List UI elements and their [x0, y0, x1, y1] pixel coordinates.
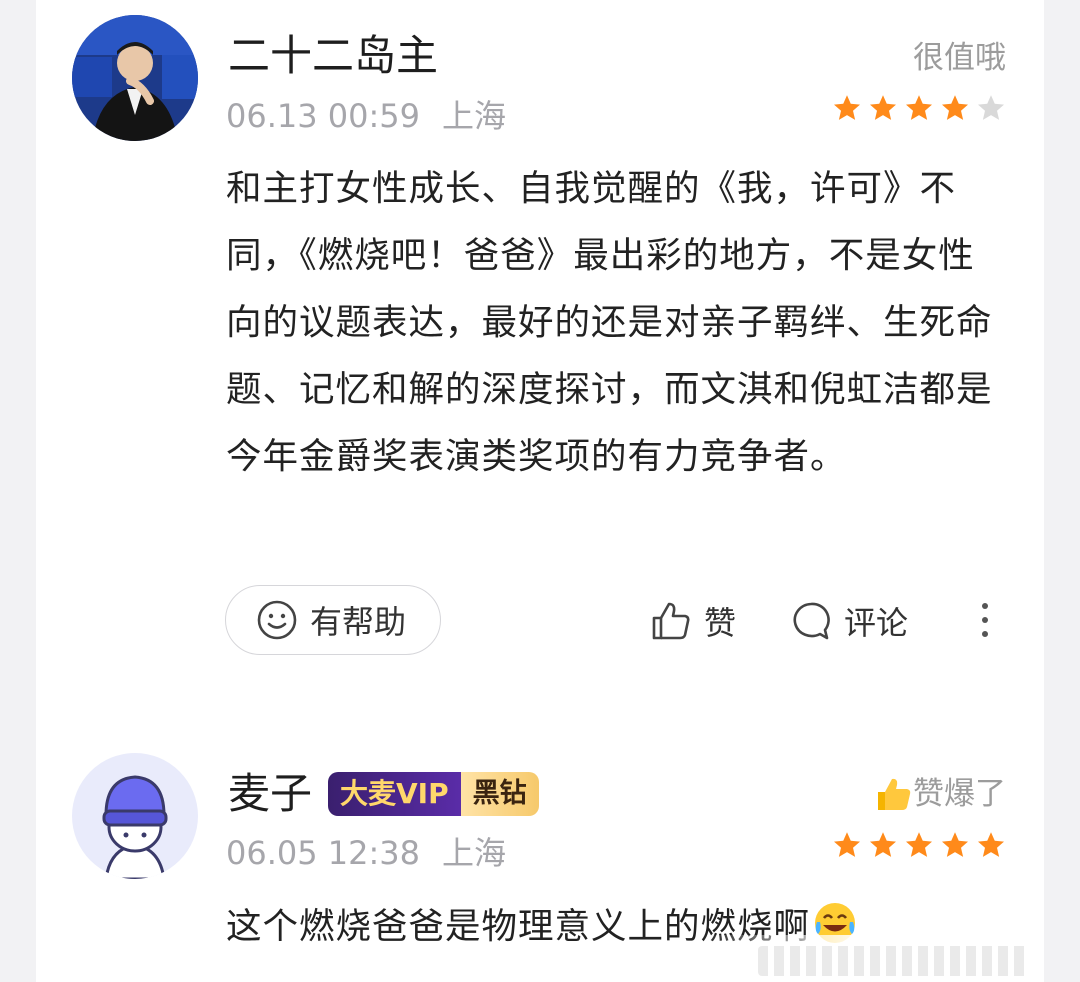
comment-icon	[793, 602, 830, 640]
star-icon	[978, 95, 1004, 120]
like-label: 赞	[704, 604, 737, 642]
helpful-button[interactable]: 有帮助	[225, 585, 441, 655]
watermark	[758, 946, 1028, 976]
more-icon[interactable]	[976, 600, 994, 640]
smiley-icon	[257, 600, 297, 640]
review-date: 06.05 12:38	[226, 834, 420, 872]
star-icon	[906, 95, 932, 120]
star-rating	[832, 830, 1006, 860]
vip-badge: 大麦VIP 黑钻	[328, 772, 539, 816]
star-icon	[906, 832, 932, 857]
star-icon	[870, 95, 896, 120]
star-icon	[870, 832, 896, 857]
star-icon	[834, 832, 860, 857]
helpful-label: 有帮助	[310, 603, 407, 641]
star-rating	[832, 93, 1006, 123]
vip-tier-label: 黑钻	[460, 772, 539, 816]
star-icon	[834, 95, 860, 120]
username[interactable]: 二十二岛主	[228, 30, 438, 82]
review-text: 和主打女性成长、自我觉醒的《我，许可》不同，《燃烧吧！爸爸》最出彩的地方，不是女…	[226, 168, 993, 477]
vip-badge-label: 大麦VIP	[328, 772, 461, 816]
review-meta: 06.13 00:59 上海	[226, 96, 506, 136]
username[interactable]: 麦子	[228, 768, 312, 820]
like-button[interactable]: 赞	[650, 598, 736, 644]
thumbs-up-icon	[652, 602, 690, 640]
comment-button[interactable]: 评论	[790, 598, 908, 644]
comment-label: 评论	[844, 604, 909, 642]
rating-label: 很值哦	[913, 40, 1006, 76]
rating-label-group: 赞爆了	[875, 774, 1006, 814]
thumbs-up-emoji-icon	[878, 778, 911, 810]
avatar[interactable]	[72, 753, 198, 879]
star-icon	[978, 832, 1004, 857]
rating-label: 赞爆了	[913, 776, 1006, 812]
star-icon	[942, 832, 968, 857]
review-date: 06.13 00:59	[226, 97, 420, 135]
review-meta: 06.05 12:38 上海	[226, 833, 506, 873]
review-location: 上海	[442, 834, 507, 872]
review-location: 上海	[442, 97, 507, 135]
star-icon	[942, 95, 968, 120]
avatar[interactable]	[72, 15, 198, 141]
